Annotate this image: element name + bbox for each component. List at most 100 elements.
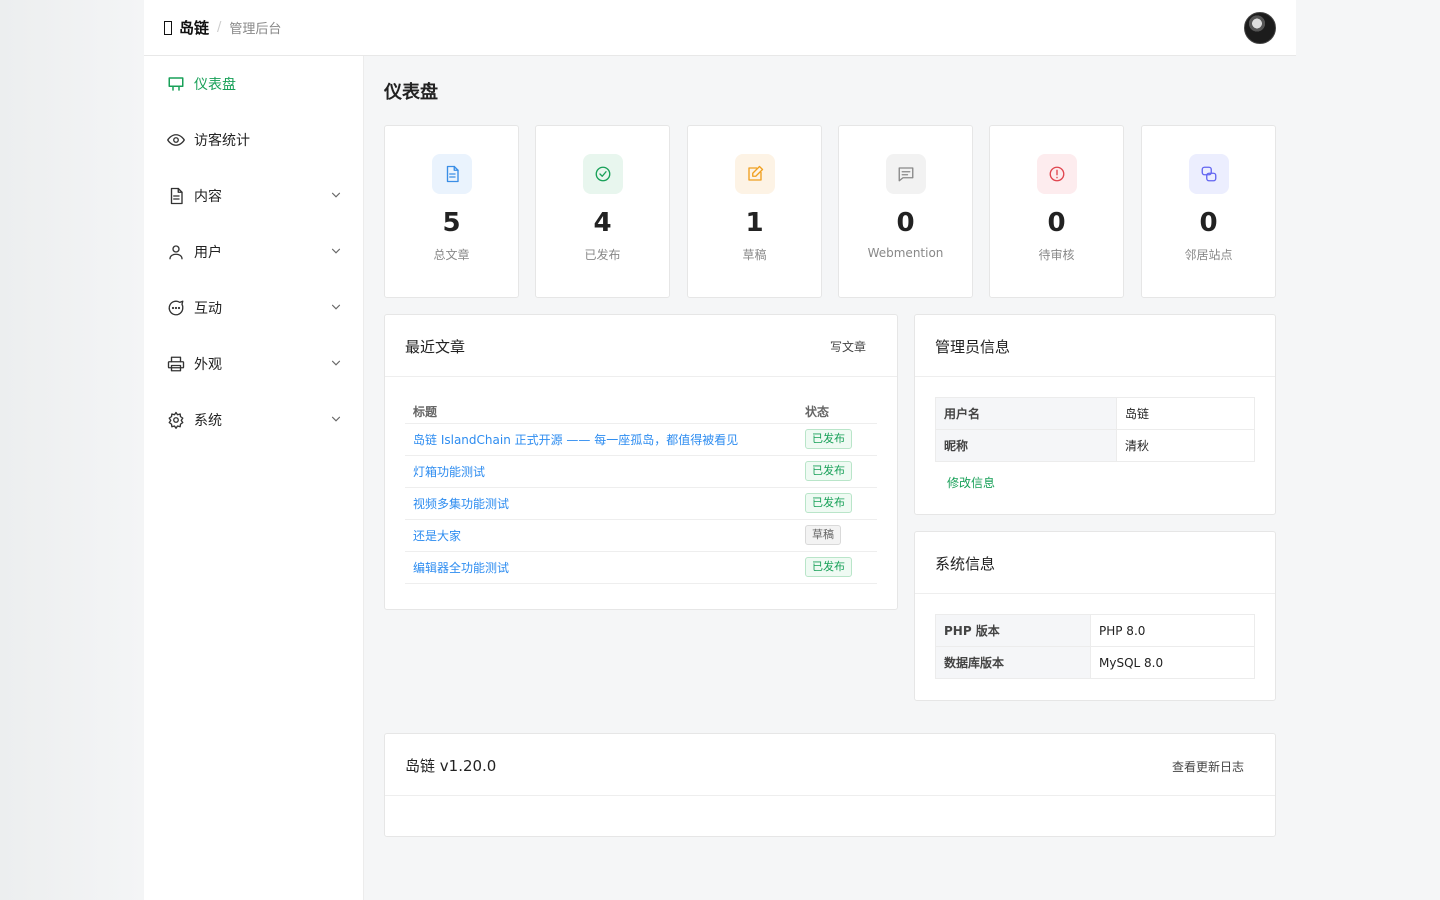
stat-label: 已发布 <box>584 248 621 262</box>
sidebar-item-label: 访客统计 <box>194 133 250 149</box>
chevron-down-icon <box>331 192 341 198</box>
stat-card-neighbors[interactable]: 0 邻居站点 <box>1141 125 1276 298</box>
sidebar-item-appearance[interactable]: 外观 <box>144 336 363 392</box>
stat-value: 1 <box>745 208 764 238</box>
write-post-button[interactable]: 写文章 <box>830 338 866 355</box>
table-row: 数据库版本 MySQL 8.0 <box>935 646 1255 679</box>
edit-info-link[interactable]: 修改信息 <box>947 474 995 491</box>
brand[interactable]: 岛链 / 管理后台 <box>164 17 281 38</box>
recent-posts-card: 最近文章 写文章 标题 状态 岛链 IslandChain 正式开源 —— 每一… <box>384 314 898 610</box>
sidebar-item-label: 外观 <box>194 357 222 373</box>
stat-label: 待审核 <box>1038 248 1075 262</box>
card-header: 最近文章 写文章 <box>385 315 897 377</box>
status-badge: 已发布 <box>805 493 852 513</box>
table-row: 编辑器全功能测试 已发布 <box>405 551 877 584</box>
post-title-link[interactable]: 岛链 IslandChain 正式开源 —— 每一座孤岛，都值得被看见 <box>413 433 738 447</box>
table-row: 还是大家 草稿 <box>405 519 877 552</box>
chevron-down-icon <box>331 248 341 254</box>
post-title-link[interactable]: 编辑器全功能测试 <box>413 561 509 575</box>
chevron-down-icon <box>331 416 341 422</box>
card-title: 管理员信息 <box>935 338 1011 356</box>
info-value: MySQL 8.0 <box>1090 646 1255 679</box>
system-info-card: 系统信息 PHP 版本 PHP 8.0 数据库版本 MySQL 8.0 <box>914 531 1276 701</box>
sidebar-item-visitors[interactable]: 访客统计 <box>144 112 363 168</box>
message-icon <box>885 154 926 194</box>
brand-logo-icon <box>164 20 172 35</box>
changelog-button[interactable]: 查看更新日志 <box>1172 758 1244 775</box>
stat-value: 5 <box>442 208 461 238</box>
column-header-title: 标题 <box>405 403 797 424</box>
background-right <box>1296 0 1440 900</box>
stat-card-drafts[interactable]: 1 草稿 <box>687 125 822 298</box>
chevron-down-icon <box>331 360 341 366</box>
sidebar-item-dashboard[interactable]: 仪表盘 <box>144 56 363 112</box>
stat-card-published[interactable]: 4 已发布 <box>535 125 670 298</box>
alert-icon <box>1036 154 1077 194</box>
stat-card-webmention[interactable]: 0 Webmention <box>838 125 973 298</box>
sidebar-item-users[interactable]: 用户 <box>144 224 363 280</box>
version-title: 岛链 v1.20.0 <box>405 757 497 775</box>
table-row: 岛链 IslandChain 正式开源 —— 每一座孤岛，都值得被看见 已发布 <box>405 423 877 456</box>
printer-icon <box>166 354 186 374</box>
eye-icon <box>166 130 186 150</box>
brand-subtitle: 管理后台 <box>229 22 282 37</box>
table-row: 昵称 清秋 <box>935 429 1255 462</box>
edit-icon <box>734 154 775 194</box>
card-title: 系统信息 <box>935 555 996 573</box>
page-title: 仪表盘 <box>384 82 438 103</box>
stat-label: 草稿 <box>742 248 767 262</box>
admin-info-table: 用户名 岛链 昵称 清秋 <box>935 397 1255 462</box>
sidebar-item-label: 用户 <box>194 245 222 261</box>
table-row: 视频多集功能测试 已发布 <box>405 487 877 520</box>
sidebar-item-label: 互动 <box>194 301 222 317</box>
stat-value: 4 <box>593 208 612 238</box>
main-content: 仪表盘 5 总文章 4 已发布 1 草稿 0 Webmention 0 待审核 … <box>364 56 1296 900</box>
sidebar-item-label: 仪表盘 <box>194 77 236 93</box>
top-bar: 岛链 / 管理后台 <box>144 0 1296 56</box>
check-circle-icon <box>582 154 623 194</box>
info-key: PHP 版本 <box>935 614 1091 647</box>
user-avatar[interactable] <box>1244 12 1276 44</box>
info-key: 昵称 <box>935 429 1117 462</box>
card-title: 最近文章 <box>405 338 466 356</box>
table-row: 用户名 岛链 <box>935 397 1255 430</box>
stat-value: 0 <box>1199 208 1218 238</box>
stat-label: Webmention <box>867 246 944 260</box>
status-badge: 已发布 <box>805 557 852 577</box>
gear-icon <box>166 410 186 430</box>
info-key: 用户名 <box>935 397 1117 430</box>
sidebar: 仪表盘 访客统计 内容 用户 互动 外观 系统 <box>144 56 364 900</box>
table-row: 灯箱功能测试 已发布 <box>405 455 877 488</box>
stat-label: 总文章 <box>433 248 470 262</box>
stat-label: 邻居站点 <box>1184 248 1233 262</box>
sidebar-item-interaction[interactable]: 互动 <box>144 280 363 336</box>
stat-card-pending[interactable]: 0 待审核 <box>989 125 1124 298</box>
recent-posts-table: 标题 状态 岛链 IslandChain 正式开源 —— 每一座孤岛，都值得被看… <box>405 403 877 584</box>
post-title-link[interactable]: 视频多集功能测试 <box>413 497 509 511</box>
system-info-table: PHP 版本 PHP 8.0 数据库版本 MySQL 8.0 <box>935 614 1255 679</box>
info-value: 清秋 <box>1116 429 1255 462</box>
post-title-link[interactable]: 还是大家 <box>413 529 461 543</box>
admin-info-card: 管理员信息 用户名 岛链 昵称 清秋 修改信息 <box>914 314 1276 515</box>
table-row: PHP 版本 PHP 8.0 <box>935 614 1255 647</box>
status-badge: 已发布 <box>805 429 852 449</box>
status-badge: 已发布 <box>805 461 852 481</box>
card-header: 系统信息 <box>915 532 1275 594</box>
link-icon <box>1188 154 1229 194</box>
info-value: PHP 8.0 <box>1090 614 1255 647</box>
sidebar-item-system[interactable]: 系统 <box>144 392 363 448</box>
info-value: 岛链 <box>1116 397 1255 430</box>
sidebar-item-label: 系统 <box>194 413 222 429</box>
stat-card-total-posts[interactable]: 5 总文章 <box>384 125 519 298</box>
post-title-link[interactable]: 灯箱功能测试 <box>413 465 485 479</box>
document-icon <box>431 154 472 194</box>
card-header: 岛链 v1.20.0 查看更新日志 <box>385 734 1275 796</box>
sidebar-item-content[interactable]: 内容 <box>144 168 363 224</box>
sidebar-item-label: 内容 <box>194 189 222 205</box>
background-left <box>0 0 144 900</box>
info-key: 数据库版本 <box>935 646 1091 679</box>
dashboard-icon <box>166 74 186 94</box>
brand-separator: / <box>217 20 222 35</box>
document-icon <box>166 186 186 206</box>
stat-value: 0 <box>896 208 915 238</box>
